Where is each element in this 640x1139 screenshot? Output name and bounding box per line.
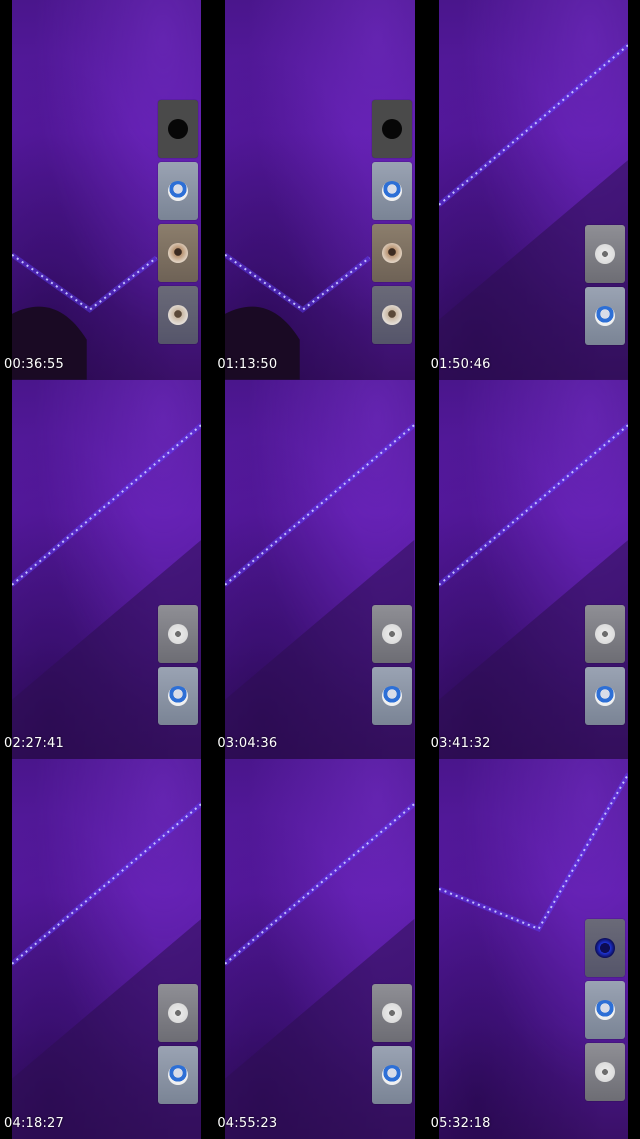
timestamp: 02:27:41 <box>4 736 64 752</box>
participant-tiles <box>371 604 412 725</box>
avatar-icon <box>168 1003 189 1024</box>
participant-tile[interactable] <box>371 666 412 725</box>
participant-tiles <box>371 100 412 344</box>
participant-tile[interactable] <box>584 604 625 663</box>
avatar-icon <box>594 306 615 326</box>
participant-tile[interactable] <box>371 162 412 220</box>
participant-tiles <box>158 100 199 344</box>
avatar-icon <box>381 623 402 644</box>
participant-tile[interactable] <box>371 1046 412 1105</box>
participant-tile[interactable] <box>371 604 412 663</box>
participant-tiles <box>158 984 199 1105</box>
participant-tile[interactable] <box>584 225 625 283</box>
timestamp: 03:04:36 <box>217 736 278 752</box>
avatar-icon <box>381 119 402 139</box>
video-frame[interactable]: 00:36:55 <box>0 0 214 380</box>
participant-tiles <box>584 604 625 725</box>
video-frame[interactable]: 02:27:41 <box>0 379 214 760</box>
avatar-icon <box>381 181 402 201</box>
timestamp: 03:41:32 <box>430 736 491 752</box>
avatar-icon <box>381 685 402 706</box>
video-frame[interactable]: 01:13:50 <box>213 0 427 380</box>
video-frame[interactable]: 05:32:18 <box>426 759 640 1139</box>
avatar-icon <box>594 244 615 264</box>
avatar-icon <box>168 1065 189 1086</box>
participant-tiles <box>371 984 412 1105</box>
avatar-icon <box>168 685 189 706</box>
participant-tile[interactable] <box>158 162 199 220</box>
participant-tile[interactable] <box>371 286 412 344</box>
video-frame[interactable]: 04:18:27 <box>0 759 214 1139</box>
avatar-icon <box>594 1062 615 1083</box>
timestamp: 01:13:50 <box>217 356 278 372</box>
participant-tile[interactable] <box>584 287 625 345</box>
timestamp: 04:18:27 <box>4 1115 64 1131</box>
avatar-icon <box>168 305 189 325</box>
participant-tile[interactable] <box>158 224 199 282</box>
timestamp: 00:36:55 <box>4 356 64 372</box>
avatar-icon <box>381 243 402 263</box>
avatar-icon <box>381 1065 402 1086</box>
avatar-icon <box>168 119 189 139</box>
video-frame[interactable]: 01:50:46 <box>426 0 640 380</box>
participant-tile[interactable] <box>371 100 412 158</box>
avatar-icon <box>594 623 615 644</box>
participant-tile[interactable] <box>158 1046 199 1105</box>
participant-tile[interactable] <box>371 224 412 282</box>
avatar-icon <box>168 181 189 201</box>
timestamp: 01:50:46 <box>430 356 491 372</box>
participant-tile[interactable] <box>584 981 625 1040</box>
participant-tile[interactable] <box>158 604 199 663</box>
video-frame[interactable]: 03:04:36 <box>213 379 427 760</box>
participant-tile[interactable] <box>584 919 625 978</box>
avatar-icon <box>594 1000 615 1021</box>
participant-tile[interactable] <box>158 100 199 158</box>
participant-tiles <box>158 604 199 725</box>
avatar-icon <box>168 243 189 263</box>
participant-tile[interactable] <box>371 984 412 1043</box>
video-frame[interactable]: 04:55:23 <box>213 759 427 1139</box>
participant-tile[interactable] <box>158 666 199 725</box>
avatar-icon <box>381 305 402 325</box>
participant-tiles <box>584 225 625 345</box>
avatar-icon <box>381 1003 402 1024</box>
avatar-icon <box>594 685 615 706</box>
frame-grid: 00:36:55 01:13:50 01:50:46 02:27:41 03:0… <box>0 0 640 1139</box>
participant-tile[interactable] <box>584 1043 625 1102</box>
participant-tile[interactable] <box>584 666 625 725</box>
participant-tile[interactable] <box>158 984 199 1043</box>
video-frame[interactable]: 03:41:32 <box>426 379 640 760</box>
participant-tile[interactable] <box>158 286 199 344</box>
avatar-icon <box>594 938 615 959</box>
timestamp: 05:32:18 <box>430 1115 491 1131</box>
timestamp: 04:55:23 <box>217 1115 278 1131</box>
participant-tiles <box>584 919 625 1102</box>
avatar-icon <box>168 623 189 644</box>
